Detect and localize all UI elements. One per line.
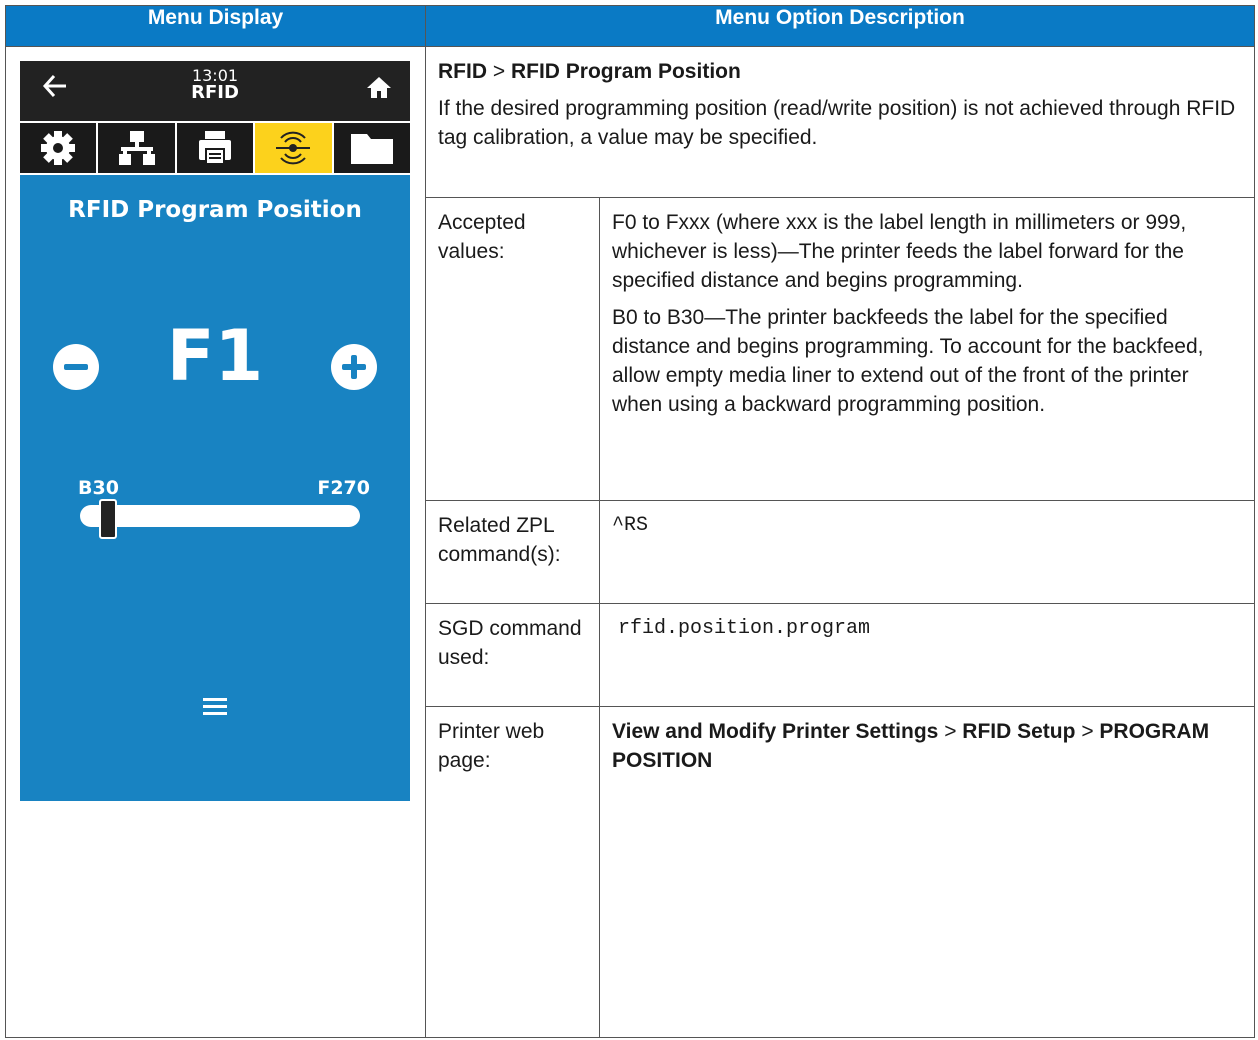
menu-path-second: RFID Program Position <box>510 60 741 83</box>
network-icon[interactable] <box>98 123 177 173</box>
plus-icon[interactable] <box>330 343 378 396</box>
screen-title: RFID Program Position <box>68 197 362 223</box>
menu-path-first: RFID <box>438 60 487 83</box>
home-icon[interactable] <box>366 75 392 104</box>
header-menu-option-description: Menu Option Description <box>425 5 1255 47</box>
row-value-accepted-values: F0 to Fxxx (where xxx is the label lengt… <box>599 197 1255 501</box>
settings-icon[interactable] <box>20 123 99 173</box>
description-intro: If the desired programming position (rea… <box>438 97 1236 149</box>
accepted-values-backward: B0 to B30—The printer backfeeds the labe… <box>612 306 1204 417</box>
row-value-zpl-command: ^RS <box>599 499 1255 604</box>
row-label-printer-web-page: Printer web page: <box>425 706 600 1038</box>
display-screen: RFID Program Position F1 B30 F270 <box>20 175 410 801</box>
menu-path-separator: > <box>492 60 506 83</box>
display-icon-bar <box>20 121 410 175</box>
web-page-path-2: RFID Setup <box>962 720 1076 743</box>
range-min-label: B30 <box>78 477 119 499</box>
menu-path: RFID > RFID Program Position <box>438 57 1242 86</box>
display-section-title: RFID <box>191 82 239 103</box>
row-value-sgd-command: rfid.position.program <box>599 602 1255 708</box>
range-max-label: F270 <box>317 477 370 499</box>
display-top-bar: 13:01 RFID <box>20 61 410 121</box>
folder-icon[interactable] <box>334 123 410 173</box>
printer-icon[interactable] <box>177 123 256 173</box>
web-page-path-1: View and Modify Printer Settings <box>612 720 939 743</box>
header-menu-display: Menu Display <box>5 5 426 47</box>
row-label-zpl-command: Related ZPL command(s): <box>425 499 600 604</box>
rfid-icon[interactable] <box>255 123 334 173</box>
slider-thumb[interactable] <box>99 499 117 539</box>
printer-display: 13:01 RFID RFID Program Position F1 B30 … <box>20 61 410 801</box>
menu-display-cell: 13:01 RFID RFID Program Position F1 B30 … <box>5 46 426 1038</box>
row-label-sgd-command: SGD command used: <box>425 602 600 708</box>
description-intro-cell: RFID > RFID Program Position If the desi… <box>425 45 1255 199</box>
menu-icon[interactable] <box>20 695 410 722</box>
web-page-separator-1: > <box>944 720 957 743</box>
menu-option-table: Menu Display Menu Option Description 13:… <box>5 5 1255 1038</box>
web-page-separator-2: > <box>1081 720 1094 743</box>
row-value-printer-web-page: View and Modify Printer Settings > RFID … <box>599 706 1255 1038</box>
position-slider[interactable] <box>80 499 360 539</box>
accepted-values-forward: F0 to Fxxx (where xxx is the label lengt… <box>612 211 1187 293</box>
row-label-accepted-values: Accepted values: <box>425 197 600 501</box>
display-clock: 13:01 RFID <box>20 67 410 103</box>
